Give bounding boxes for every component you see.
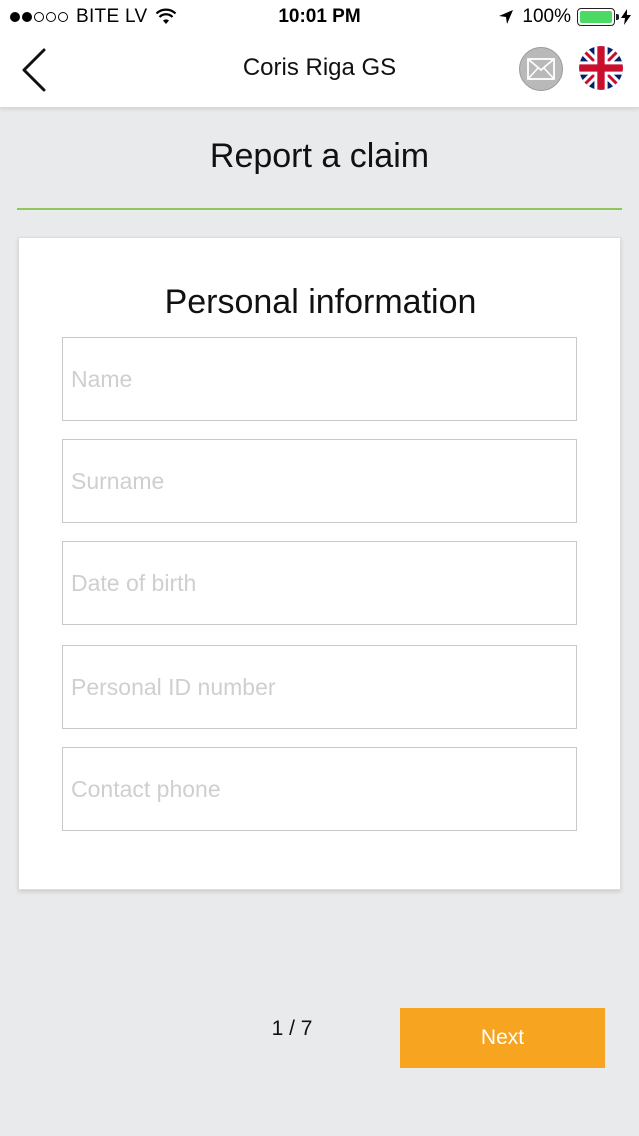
contact-phone-field[interactable] (62, 747, 577, 831)
heading-divider (17, 208, 622, 210)
carrier-name: BITE LV (76, 6, 148, 27)
wifi-icon (156, 8, 177, 24)
card-title: Personal information (164, 283, 477, 321)
battery-tip (616, 14, 619, 20)
date-of-birth-field[interactable] (62, 541, 577, 625)
charging-bolt-icon (621, 9, 631, 25)
signal-dot (10, 12, 20, 22)
mail-icon (527, 58, 555, 80)
battery-icon (577, 8, 619, 26)
mail-button[interactable] (519, 47, 563, 91)
signal-dot (58, 12, 68, 22)
language-button[interactable] (579, 46, 623, 90)
page-heading: Report a claim (209, 137, 430, 175)
page-indicator: 1 / 7 (271, 1017, 313, 1040)
uk-flag-icon (579, 46, 623, 90)
signal-dot (34, 12, 44, 22)
back-button[interactable] (14, 46, 54, 96)
nav-bar: Coris Riga GS (0, 36, 639, 108)
status-right: 100% (498, 6, 631, 28)
battery-fill (580, 11, 612, 23)
name-field[interactable] (62, 337, 577, 421)
status-bar: BITE LV 10:01 PM 100% (0, 0, 639, 36)
personal-id-field[interactable] (62, 645, 577, 729)
surname-field[interactable] (62, 439, 577, 523)
chevron-left-icon (22, 48, 46, 92)
location-arrow-icon (499, 10, 514, 24)
battery-percent: 100% (522, 6, 571, 27)
status-left: BITE LV (10, 6, 177, 28)
signal-dot (46, 12, 56, 22)
signal-dot (22, 12, 32, 22)
next-button[interactable]: Next (400, 1008, 605, 1068)
